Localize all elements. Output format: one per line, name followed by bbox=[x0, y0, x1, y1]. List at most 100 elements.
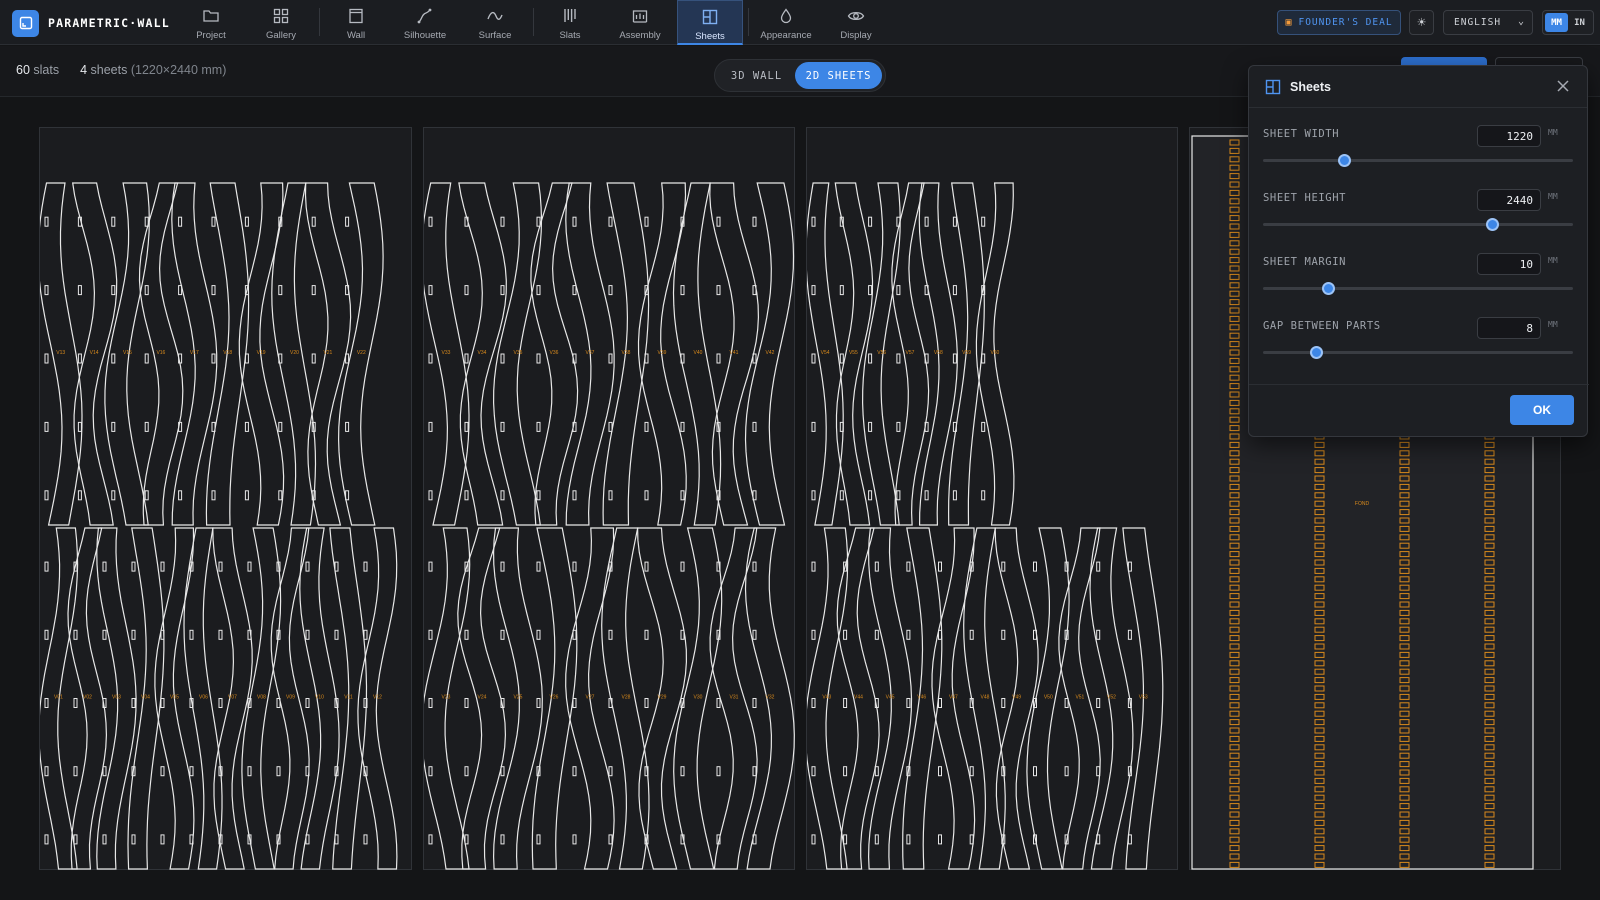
view-2d-sheets-button[interactable]: 2D SHEETS bbox=[795, 62, 882, 89]
slat-notch bbox=[572, 561, 577, 572]
tool-gallery[interactable]: Gallery bbox=[250, 0, 312, 45]
slat-notch bbox=[305, 834, 310, 845]
slat-label: V47 bbox=[949, 695, 958, 701]
sheet-height-slider[interactable] bbox=[1263, 218, 1573, 231]
slider-handle[interactable] bbox=[1337, 154, 1351, 167]
tool-project[interactable]: Project bbox=[180, 0, 242, 45]
language-select[interactable]: ENGLISH ⌄ bbox=[1443, 10, 1533, 35]
ok-button[interactable]: OK bbox=[1510, 395, 1574, 425]
slat-notch bbox=[868, 421, 873, 432]
slat-notch bbox=[843, 698, 848, 708]
sheet-margin-unit: MM bbox=[1548, 256, 1558, 265]
slat-notch bbox=[276, 698, 281, 708]
sheet-dimensions: (1220×2440 mm) bbox=[130, 63, 227, 77]
slat-notch bbox=[1096, 698, 1101, 708]
gap-between-parts-unit: MM bbox=[1548, 320, 1558, 329]
slat-notch bbox=[981, 216, 986, 227]
theme-toggle-button[interactable]: ☀ bbox=[1409, 10, 1434, 35]
toolbar-divider bbox=[533, 8, 534, 36]
unit-in-option[interactable]: IN bbox=[1568, 13, 1591, 32]
slat-notch bbox=[1096, 629, 1101, 640]
slat-notch bbox=[896, 216, 901, 227]
slider-handle[interactable] bbox=[1309, 346, 1323, 359]
slat-notch bbox=[178, 490, 183, 501]
wall-icon bbox=[349, 8, 363, 24]
slat-notch bbox=[811, 285, 816, 296]
slat-notch bbox=[811, 490, 816, 501]
sheet-width-slider[interactable] bbox=[1263, 154, 1573, 167]
sheets-word: sheets bbox=[90, 63, 128, 77]
slat-label: V11 bbox=[344, 695, 353, 701]
gap-between-parts-input[interactable] bbox=[1477, 317, 1541, 339]
brand[interactable]: PARAMETRIC·WALL bbox=[12, 9, 170, 37]
slider-handle[interactable] bbox=[1322, 282, 1336, 295]
slat-notch bbox=[428, 629, 433, 640]
tool-display[interactable]: Display bbox=[825, 0, 887, 45]
slat-notch bbox=[1001, 629, 1006, 640]
tool-sheets[interactable]: Sheets bbox=[677, 0, 743, 45]
slat-notch bbox=[211, 216, 216, 227]
slat-notch bbox=[874, 766, 879, 777]
slat-notch bbox=[839, 421, 844, 432]
tool-silhouette[interactable]: Silhouette bbox=[394, 0, 456, 45]
close-icon[interactable] bbox=[1555, 78, 1571, 94]
curve-pen-icon bbox=[417, 8, 432, 24]
slat-notch bbox=[572, 698, 577, 708]
sheet-height-unit: MM bbox=[1548, 192, 1558, 201]
tool-surface[interactable]: Surface bbox=[464, 0, 526, 45]
sheet-width-input[interactable] bbox=[1477, 125, 1541, 147]
slat-notch bbox=[211, 421, 216, 432]
slat-label: V30 bbox=[694, 695, 703, 701]
slat-label: V27 bbox=[586, 695, 595, 701]
tool-slats[interactable]: Slats bbox=[539, 0, 601, 45]
slat-notch bbox=[44, 421, 49, 432]
slat-notch bbox=[131, 698, 136, 708]
view-mode-toggle: 3D WALL 2D SHEETS bbox=[714, 59, 886, 92]
backing-panel-label: FOND bbox=[1355, 501, 1370, 507]
slat-notch bbox=[131, 629, 136, 640]
slat-notch bbox=[680, 285, 685, 296]
slider-handle[interactable] bbox=[1486, 218, 1500, 231]
slat-notch bbox=[752, 490, 757, 501]
tool-appearance[interactable]: Appearance bbox=[754, 0, 818, 45]
sheet-margin-slider[interactable] bbox=[1263, 282, 1573, 295]
slat-label: V24 bbox=[478, 695, 487, 701]
slat-notch bbox=[572, 766, 577, 777]
slat-notch bbox=[334, 629, 339, 640]
sheet-margin-input[interactable] bbox=[1477, 253, 1541, 275]
slat-notch bbox=[1064, 766, 1069, 777]
tool-assembly[interactable]: Assembly bbox=[609, 0, 671, 45]
slat-notch bbox=[178, 421, 183, 432]
gap-between-parts-slider[interactable] bbox=[1263, 346, 1573, 359]
slat-notch bbox=[1096, 766, 1101, 777]
slat-notch bbox=[1064, 698, 1069, 708]
slat-notch bbox=[345, 490, 350, 501]
slat-notch bbox=[896, 353, 901, 364]
slat-notch bbox=[111, 216, 116, 227]
slat-notch bbox=[500, 834, 505, 845]
sheet-1-parts: V13 V14 V15 V16 V17 V18 V19 V20 V21 V22 V01 V02 V03 V… bbox=[37, 182, 398, 870]
slat-notch bbox=[896, 285, 901, 296]
tool-silhouette-label: Silhouette bbox=[403, 30, 447, 41]
slat-notch bbox=[572, 834, 577, 845]
slat-notch bbox=[500, 766, 505, 777]
slat-notch bbox=[952, 490, 957, 501]
slat-notch bbox=[536, 285, 541, 296]
sheet-width-row: SHEET WIDTH MM bbox=[1263, 125, 1573, 175]
view-3d-wall-button[interactable]: 3D WALL bbox=[718, 62, 795, 89]
top-toolbar: PARAMETRIC·WALL Project Gallery Wall Sil… bbox=[0, 0, 1600, 45]
slat-label: V42 bbox=[766, 350, 775, 356]
founders-deal-label: FOUNDER'S DEAL bbox=[1298, 17, 1393, 28]
slat-notch bbox=[211, 353, 216, 364]
sheet-height-input[interactable] bbox=[1477, 189, 1541, 211]
unit-mm-option[interactable]: MM bbox=[1545, 13, 1568, 32]
slat-notch bbox=[305, 698, 310, 708]
slat-notch bbox=[924, 490, 929, 501]
tool-wall[interactable]: Wall bbox=[325, 0, 387, 45]
slat-notch bbox=[924, 285, 929, 296]
founders-deal-button[interactable]: ▣ FOUNDER'S DEAL bbox=[1277, 10, 1401, 35]
slat-notch bbox=[752, 421, 757, 432]
slat-notch bbox=[680, 421, 685, 432]
slat-notch bbox=[572, 629, 577, 640]
sheet-margin-label: SHEET MARGIN bbox=[1263, 256, 1347, 268]
